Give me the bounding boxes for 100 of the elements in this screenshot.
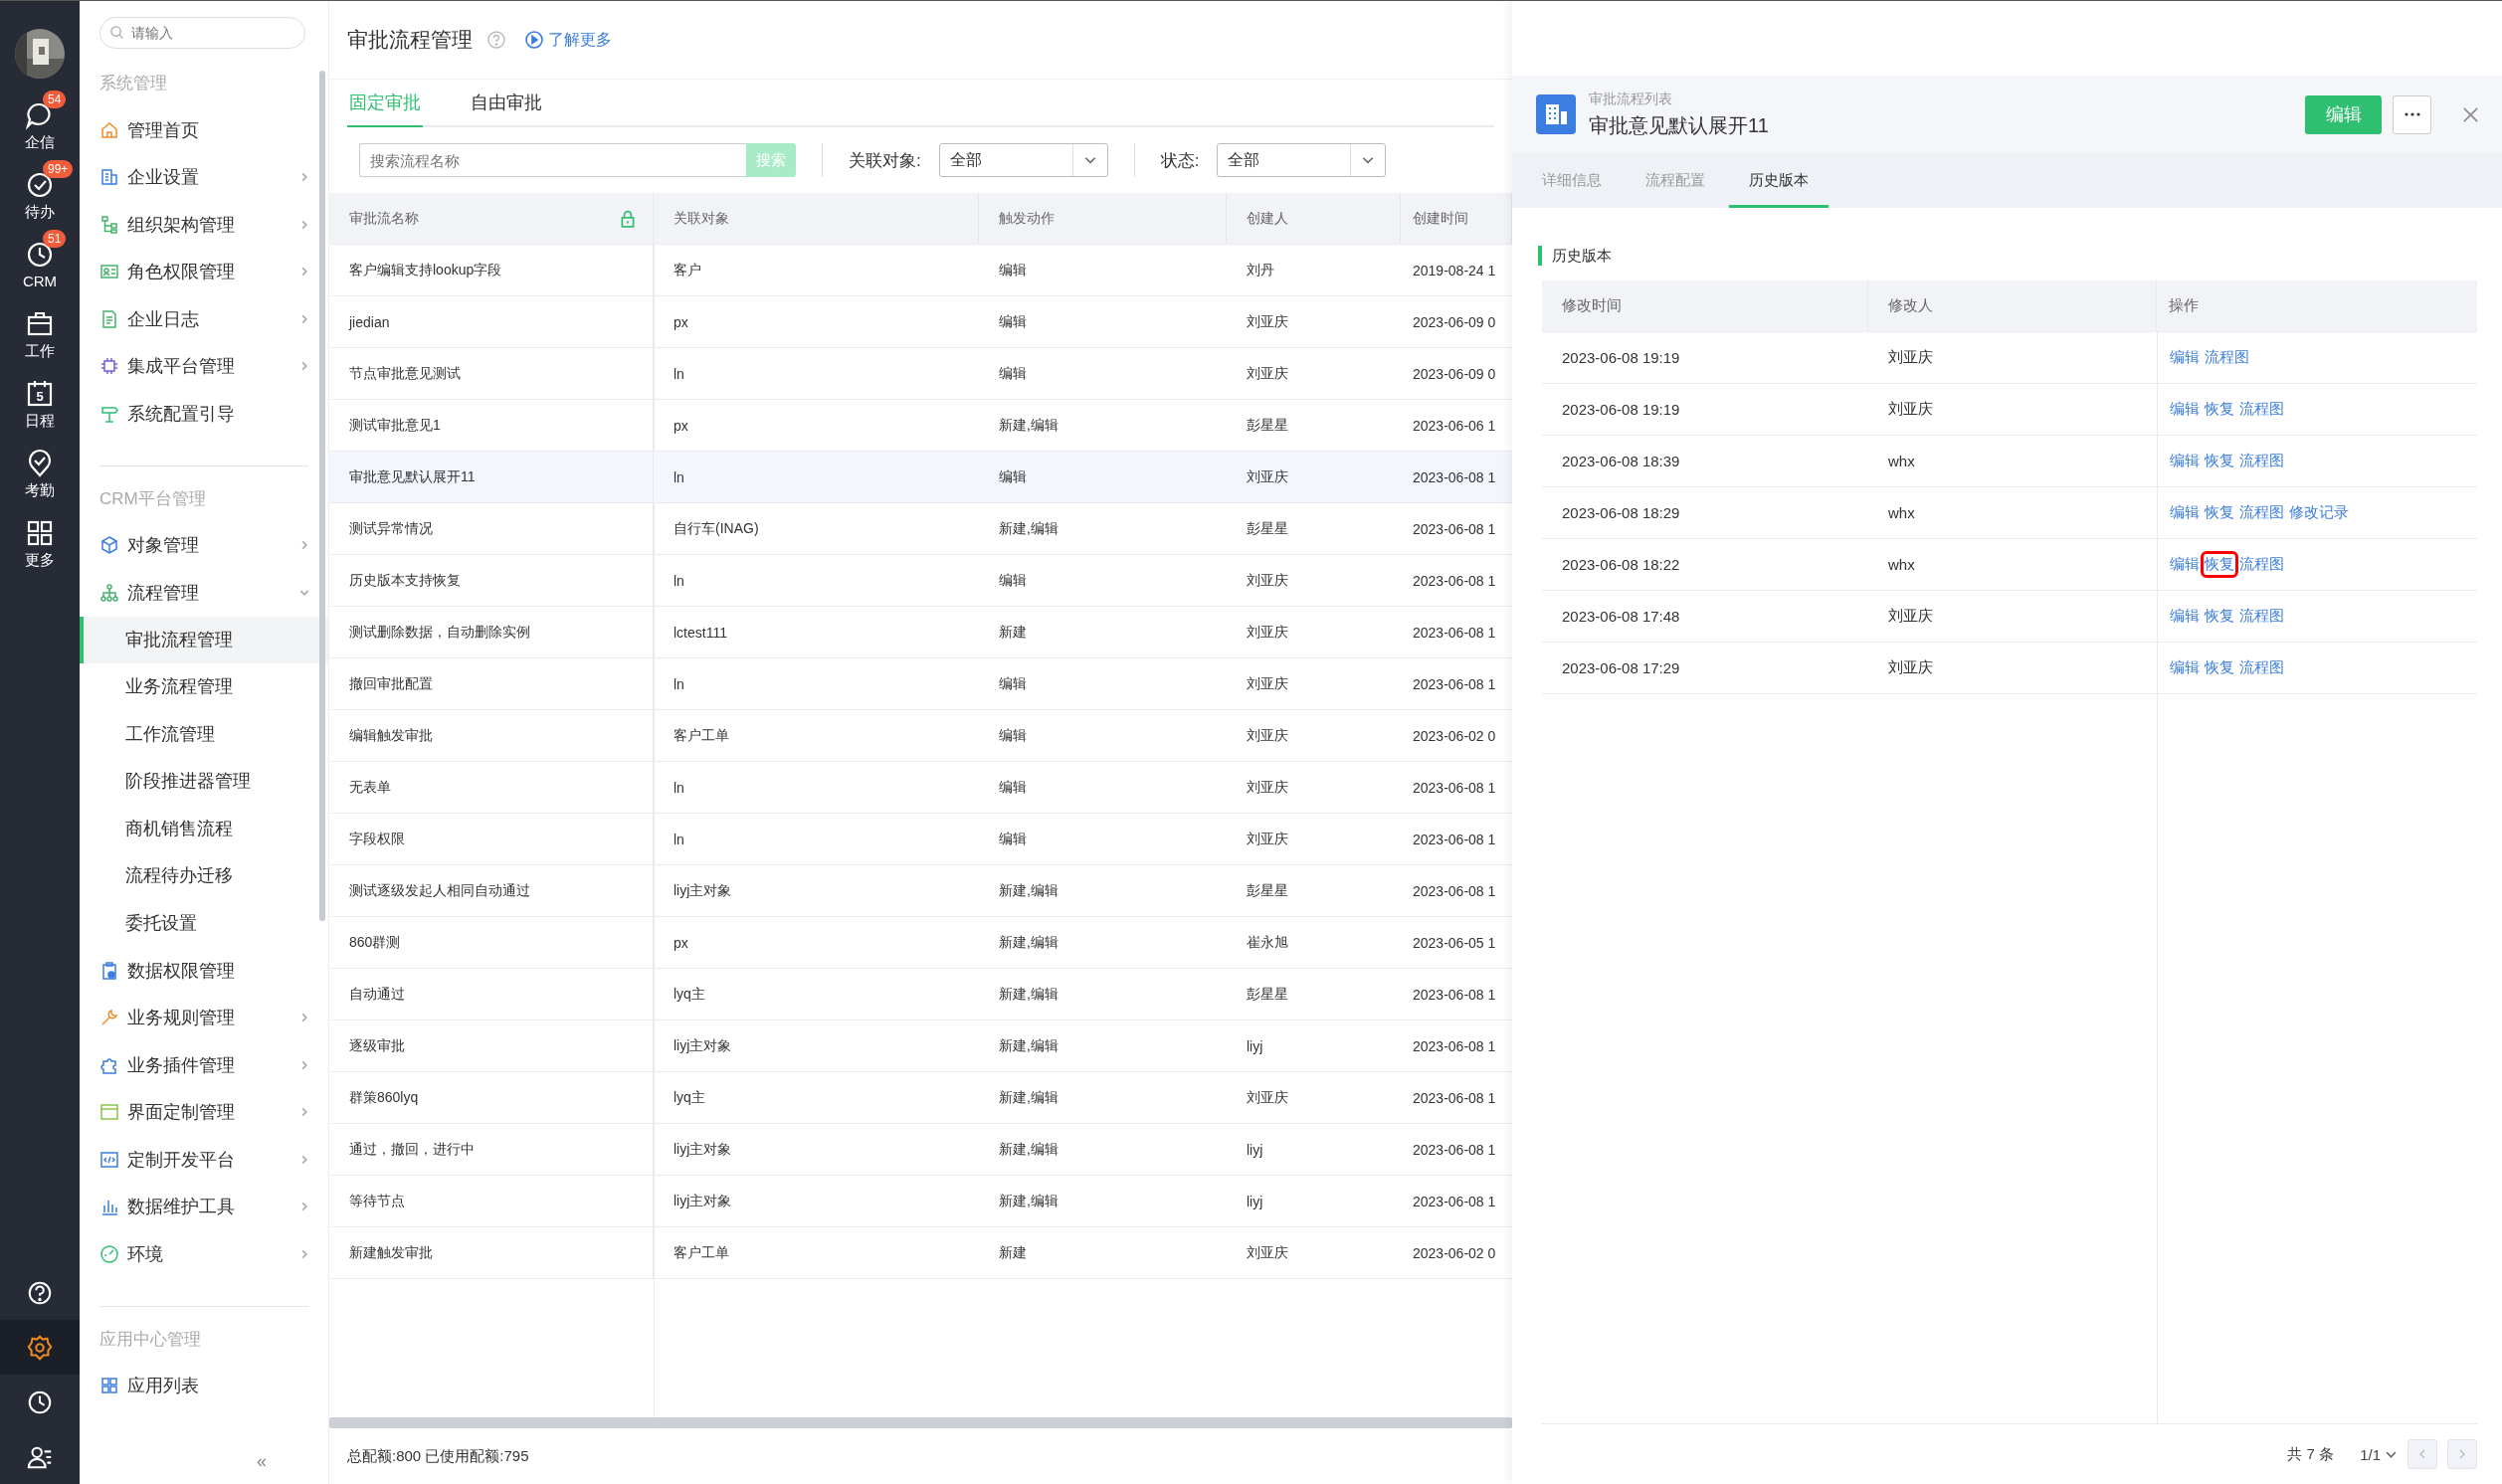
rail-button[interactable] bbox=[0, 1320, 80, 1375]
table-cell-text: 新建,编辑 bbox=[998, 932, 1059, 952]
table-row[interactable]: 新建触发审批 客户工单 新建 刘亚庆 2023-06-02 0 bbox=[329, 1227, 1512, 1279]
rail-item[interactable]: 54 企信 bbox=[0, 93, 80, 162]
scrollbar[interactable] bbox=[319, 71, 325, 921]
rail-item[interactable]: 99+ 待办 bbox=[0, 162, 80, 232]
rail-item[interactable]: 51 CRM bbox=[0, 232, 80, 301]
action-link[interactable]: 编辑 bbox=[2170, 555, 2200, 574]
table-row[interactable]: 测试删除数据，自动删除实例 lctest111 新建 刘亚庆 2023-06-08 1 bbox=[329, 607, 1512, 658]
search-field[interactable]: 请输入 bbox=[99, 17, 305, 49]
calendar-icon: 5 bbox=[25, 379, 55, 409]
table-row[interactable]: 客户编辑支持lookup字段 客户 编辑 刘丹 2019-08-24 1 bbox=[329, 245, 1512, 296]
menu-item[interactable]: 环境 bbox=[80, 1230, 328, 1278]
action-link[interactable]: 恢复 bbox=[2205, 658, 2234, 677]
action-link[interactable]: 编辑 bbox=[2170, 400, 2200, 419]
menu-item[interactable]: 企业设置 bbox=[80, 153, 328, 201]
table-row[interactable]: 群策860lyq lyq主 新建,编辑 刘亚庆 2023-06-08 1 bbox=[329, 1072, 1512, 1124]
table-row[interactable]: 等待节点 liyj主对象 新建,编辑 liyj 2023-06-08 1 bbox=[329, 1176, 1512, 1227]
help-icon[interactable] bbox=[486, 30, 506, 50]
menu-item[interactable]: 数据维护工具 bbox=[80, 1183, 328, 1230]
action-link[interactable]: 恢复 bbox=[2205, 607, 2234, 626]
table-row[interactable]: 无表单 ln 编辑 刘亚庆 2023-06-08 1 bbox=[329, 762, 1512, 814]
table-cell-text: lyq主 bbox=[673, 984, 706, 1004]
action-link[interactable]: 流程图 bbox=[2239, 503, 2284, 522]
action-link[interactable]: 编辑 bbox=[2170, 658, 2200, 677]
action-link[interactable]: 流程图 bbox=[2239, 607, 2284, 626]
table-cell-text: 2023-06-08 17:29 bbox=[1561, 658, 1681, 678]
learn-more-link[interactable]: 了解更多 bbox=[524, 29, 612, 51]
search-field[interactable]: 搜索流程名称 bbox=[359, 143, 746, 177]
submenu-item[interactable]: 阶段推进器管理 bbox=[80, 758, 328, 806]
table-row[interactable]: 逐级审批 liyj主对象 新建,编辑 liyj 2023-06-08 1 bbox=[329, 1020, 1512, 1072]
action-link[interactable]: 流程图 bbox=[2239, 400, 2284, 419]
action-link[interactable]: 编辑 bbox=[2170, 348, 2200, 367]
rail-item[interactable]: 更多 bbox=[0, 510, 80, 580]
rail-item[interactable]: 5 日程 bbox=[0, 371, 80, 441]
action-link[interactable]: 流程图 bbox=[2239, 555, 2284, 574]
menu-item[interactable]: 数据权限管理 bbox=[80, 947, 328, 995]
menu-item[interactable]: 业务规则管理 bbox=[80, 994, 328, 1041]
table-row[interactable]: 历史版本支持恢复 ln 编辑 刘亚庆 2023-06-08 1 bbox=[329, 555, 1512, 607]
menu-item[interactable]: 组织架构管理 bbox=[80, 201, 328, 249]
close-icon[interactable] bbox=[2461, 104, 2480, 124]
table-row[interactable]: jiedian px 编辑 刘亚庆 2023-06-09 0 bbox=[329, 296, 1512, 348]
submenu-item[interactable]: 工作流管理 bbox=[80, 710, 328, 758]
more-button[interactable] bbox=[2393, 94, 2431, 134]
menu-item[interactable]: 集成平台管理 bbox=[80, 342, 328, 390]
page-select[interactable]: 1/1 bbox=[2360, 1445, 2398, 1463]
table-row[interactable]: 审批意见默认展开11 ln 编辑 刘亚庆 2023-06-08 1 bbox=[329, 452, 1512, 503]
tab[interactable]: 历史版本 bbox=[1729, 153, 1828, 208]
action-link[interactable]: 编辑 bbox=[2170, 452, 2200, 470]
table-row[interactable]: 860群测 px 新建,编辑 崔永旭 2023-06-05 1 bbox=[329, 917, 1512, 969]
section-title: CRM平台管理 bbox=[98, 487, 207, 510]
code-icon bbox=[99, 1149, 119, 1170]
menu-item[interactable]: 企业日志 bbox=[80, 295, 328, 343]
table-row[interactable]: 测试异常情况 自行车(INAG) 新建,编辑 彭星星 2023-06-08 1 bbox=[329, 503, 1512, 555]
menu-item[interactable]: 流程管理 bbox=[80, 569, 328, 617]
action-link[interactable]: 流程图 bbox=[2205, 348, 2249, 367]
menu-item[interactable]: 角色权限管理 bbox=[80, 248, 328, 295]
action-link[interactable]: 编辑 bbox=[2170, 503, 2200, 522]
action-link[interactable]: 流程图 bbox=[2239, 452, 2284, 470]
table-cell-text: 刘亚庆 bbox=[1887, 399, 1934, 419]
submenu-item[interactable]: 业务流程管理 bbox=[80, 663, 328, 711]
dropdown[interactable]: 全部 bbox=[938, 143, 1108, 177]
avatar[interactable] bbox=[15, 29, 65, 79]
menu-item[interactable]: 界面定制管理 bbox=[80, 1088, 328, 1136]
lock-icon[interactable] bbox=[619, 209, 637, 228]
action-link[interactable]: 编辑 bbox=[2170, 607, 2200, 626]
table-row[interactable]: 通过，撤回，进行中 liyj主对象 新建,编辑 liyj 2023-06-08 1 bbox=[329, 1124, 1512, 1176]
table-cell: 客户编辑支持lookup字段 bbox=[329, 245, 654, 295]
table-row[interactable]: 字段权限 ln 编辑 刘亚庆 2023-06-08 1 bbox=[329, 814, 1512, 865]
table-cell-text: 2023-06-08 1 bbox=[1412, 1192, 1497, 1211]
menu-item[interactable]: 管理首页 bbox=[80, 106, 328, 154]
action-link[interactable]: 修改记录 bbox=[2289, 503, 2349, 522]
column-header: 操作 bbox=[2156, 280, 2477, 331]
previous-page-button[interactable] bbox=[2407, 1439, 2437, 1469]
submenu-item[interactable]: 商机销售流程 bbox=[80, 805, 328, 852]
table-row[interactable]: 撤回审批配置 ln 编辑 刘亚庆 2023-06-08 1 bbox=[329, 658, 1512, 710]
next-page-button[interactable] bbox=[2447, 1439, 2477, 1469]
scrollbar[interactable] bbox=[329, 1417, 1512, 1428]
action-link[interactable]: 恢复 bbox=[2205, 452, 2234, 470]
menu-item[interactable]: 对象管理 bbox=[80, 521, 328, 569]
action-link[interactable]: 恢复 bbox=[2205, 400, 2234, 419]
table-row[interactable]: 自动通过 lyq主 新建,编辑 彭星星 2023-06-08 1 bbox=[329, 969, 1512, 1020]
rail-item[interactable]: 工作 bbox=[0, 301, 80, 371]
table-row[interactable]: 编辑触发审批 客户工单 编辑 刘亚庆 2023-06-02 0 bbox=[329, 710, 1512, 762]
menu-item[interactable]: 业务插件管理 bbox=[80, 1041, 328, 1089]
dropdown[interactable]: 全部 bbox=[1217, 143, 1387, 177]
menu-item[interactable]: 系统配置引导 bbox=[80, 390, 328, 438]
table-row[interactable]: 测试逐级发起人相同自动通过 liyj主对象 新建,编辑 彭星星 2023-06-08 1 bbox=[329, 865, 1512, 917]
table-cell-text: 2023-06-06 1 bbox=[1412, 416, 1497, 436]
rail-item[interactable]: 考勤 bbox=[0, 441, 80, 510]
submenu-item[interactable]: 审批流程管理 bbox=[80, 616, 328, 663]
collapse-button[interactable]: « bbox=[257, 1451, 267, 1472]
menu-item[interactable]: 应用列表 bbox=[80, 1362, 328, 1409]
tab[interactable]: 自由审批 bbox=[469, 80, 544, 125]
action-link[interactable]: 恢复 bbox=[2205, 503, 2234, 522]
submenu-item[interactable]: 委托设置 bbox=[80, 899, 328, 947]
menu-item[interactable]: 定制开发平台 bbox=[80, 1136, 328, 1184]
table-row[interactable]: 节点审批意见测试 ln 编辑 刘亚庆 2023-06-09 0 bbox=[329, 348, 1512, 400]
submenu-item[interactable]: 流程待办迁移 bbox=[80, 852, 328, 900]
action-link[interactable]: 流程图 bbox=[2239, 658, 2284, 677]
